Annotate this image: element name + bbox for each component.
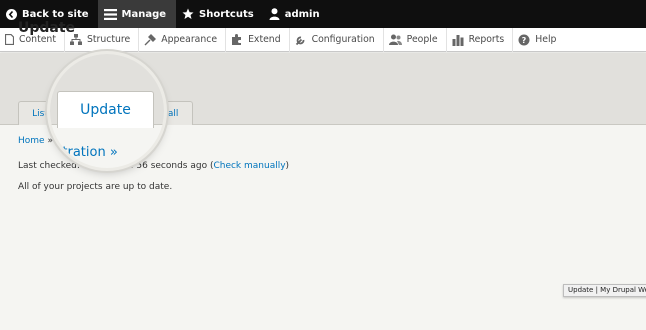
wrench-icon — [295, 36, 305, 45]
menu-item-help[interactable]: ? Help — [513, 28, 564, 52]
back-arrow-icon — [6, 8, 17, 20]
manage-label: Manage — [121, 8, 167, 20]
user-label: admin — [284, 8, 320, 20]
menu-item-extend[interactable]: Extend — [226, 27, 290, 52]
menu-item-label: People — [406, 34, 438, 45]
menu-item-reports[interactable]: Reports — [447, 27, 514, 52]
reports-icon — [452, 34, 464, 46]
menu-item-label: Configuration — [311, 34, 375, 45]
page-title: Update — [18, 20, 76, 36]
content-icon — [5, 34, 14, 45]
menu-item-label: Structure — [86, 34, 131, 45]
menu-item-label: Help — [535, 34, 557, 45]
last-checked-text: Last checked: 15 minutes 56 seconds ago … — [18, 161, 289, 171]
svg-text:?: ? — [522, 36, 527, 45]
menu-item-label: Extend — [248, 34, 281, 45]
star-icon — [182, 8, 194, 19]
menu-icon — [103, 8, 117, 20]
user-icon — [269, 8, 280, 20]
extend-icon — [232, 33, 242, 45]
people-icon — [388, 34, 402, 45]
magnified-breadcrumb-text: istration » — [52, 145, 118, 160]
user-tab[interactable]: admin — [263, 0, 329, 28]
window-title-tooltip: Update | My Drupal Wel — [563, 284, 646, 297]
back-to-site-label: Back to site — [22, 8, 89, 20]
menu-item-structure[interactable]: Structure — [65, 27, 140, 52]
close-paren: ) — [285, 161, 290, 171]
help-icon: ? — [518, 34, 530, 45]
shortcuts-label: Shortcuts — [199, 8, 254, 20]
admin-toolbar: Back to site Manage Shortcuts admin — [0, 0, 646, 28]
tab-update[interactable]: Update — [57, 91, 154, 128]
shortcuts-tab[interactable]: Shortcuts — [176, 0, 263, 28]
admin-menu: Content Structure Appearance Extend Conf… — [0, 27, 646, 52]
appearance-icon — [144, 33, 157, 45]
up-to-date-message: All of your projects are up to date. — [18, 182, 173, 192]
menu-item-appearance[interactable]: Appearance — [139, 27, 227, 52]
manage-tab[interactable]: Manage — [97, 0, 177, 28]
menu-item-label: Reports — [468, 34, 505, 45]
breadcrumb-home-link[interactable]: Home — [18, 136, 45, 146]
check-manually-link[interactable]: Check manually — [213, 161, 285, 171]
menu-item-configuration[interactable]: Configuration — [290, 27, 384, 52]
menu-item-label: Appearance — [161, 34, 218, 45]
magnifier-lens: Update istration » — [50, 54, 164, 168]
menu-item-people[interactable]: People — [384, 27, 447, 52]
